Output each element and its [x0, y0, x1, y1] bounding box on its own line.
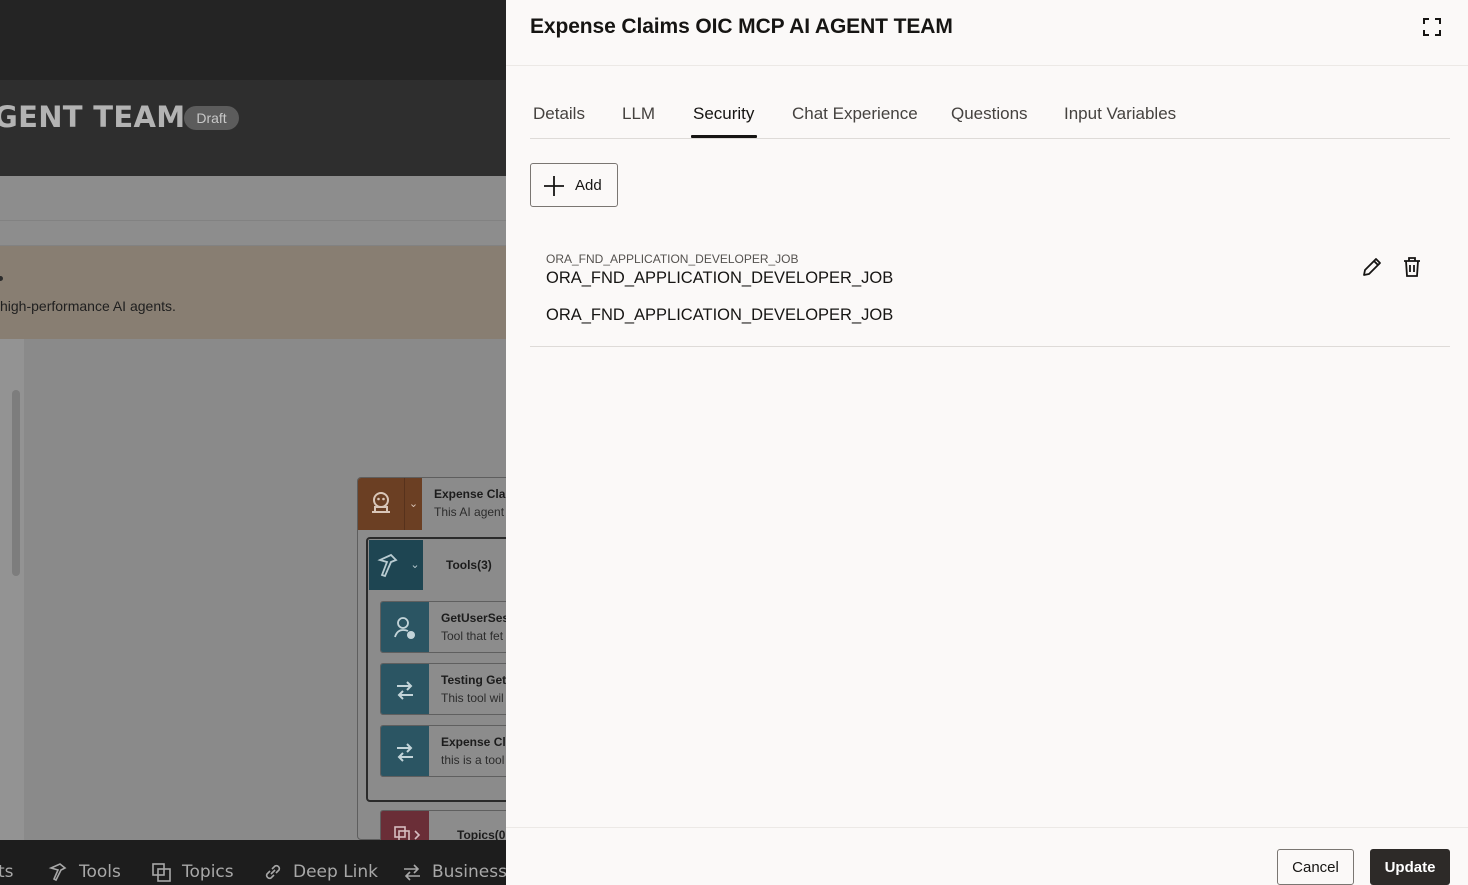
tab-input-variables[interactable]: Input Variables [1064, 104, 1176, 124]
agent-node-title: Expense Clai [434, 487, 506, 501]
tool-node-subtitle: this is a tool [441, 753, 505, 767]
app-top-bar [0, 0, 506, 80]
link-icon [265, 864, 281, 880]
tab-security[interactable]: Security [693, 104, 754, 124]
tool-node[interactable]: Expense Cl this is a tool [380, 725, 506, 777]
add-button-label: Add [575, 177, 602, 194]
tab-chat-experience[interactable]: Chat Experience [792, 104, 918, 124]
role-name: ORA_FND_APPLICATION_DEVELOPER_JOB [546, 269, 894, 287]
tool-node-subtitle: Tool that fet [441, 629, 504, 643]
tool-node[interactable]: GetUserSes Tool that fet [380, 601, 506, 653]
arrows-icon [404, 864, 420, 881]
role-code: ORA_FND_APPLICATION_DEVELOPER_JOB [546, 306, 894, 324]
update-button[interactable]: Update [1370, 849, 1450, 885]
tool-node-title: Testing Get [441, 673, 506, 687]
agent-title: GENT TEAM [0, 100, 186, 134]
agent-node-subtitle: This AI agent [434, 505, 505, 519]
user-clock-icon [394, 617, 415, 639]
drawer-title: Expense Claims OIC MCP AI AGENT TEAM [530, 15, 953, 38]
chevron-down-icon[interactable]: ⌄ [407, 540, 423, 590]
tool-node-subtitle: This tool wil [441, 691, 504, 705]
bottom-nav-item[interactable]: ts [0, 862, 14, 882]
chevron-down-icon[interactable]: ⌄ [404, 478, 422, 530]
tab-details[interactable]: Details [533, 104, 585, 124]
tool-node-title: GetUserSes [441, 611, 506, 625]
bottom-nav-topics[interactable]: Topics [182, 862, 234, 882]
robot-icon [372, 492, 390, 513]
banner-text: high-performance AI agents. [0, 298, 176, 314]
tab-llm[interactable]: LLM [622, 104, 655, 124]
drawer-header: Expense Claims OIC MCP AI AGENT TEAM [506, 0, 1468, 66]
background-app: GENT TEAM Draft high-performance AI agen… [0, 0, 506, 885]
expand-icon[interactable] [1420, 15, 1444, 39]
toolbar-strip [0, 176, 506, 220]
tool-node-title: Expense Cl [441, 735, 506, 749]
canvas-scrollbar[interactable] [12, 390, 20, 576]
trash-icon[interactable] [1400, 255, 1424, 279]
tools-icon-box [369, 540, 407, 590]
role-list-item: ORA_FND_APPLICATION_DEVELOPER_JOB ORA_FN… [530, 239, 1450, 347]
tab-questions[interactable]: Questions [951, 104, 1028, 124]
bottom-nav-business[interactable]: Business ( [432, 862, 506, 882]
edit-pencil-icon[interactable] [1360, 255, 1384, 279]
api-arrows-icon [397, 743, 413, 762]
plus-icon [544, 176, 564, 196]
tool-icon-box [381, 726, 429, 776]
sub-toolbar-strip [0, 220, 506, 246]
agent-icon-box [358, 478, 404, 530]
bottom-nav-deep-link[interactable]: Deep Link [293, 862, 378, 882]
tool-icon-box [381, 664, 429, 714]
api-arrows-icon [397, 681, 413, 700]
tools-group-title: Tools(3) [446, 558, 492, 572]
tab-bar: Details LLM Security Chat Experience Que… [530, 90, 1450, 139]
stack-icon [152, 863, 171, 882]
tool-node[interactable]: Testing Get This tool wil [380, 663, 506, 715]
bottom-nav-bar [0, 840, 506, 885]
hammer-icon [377, 553, 398, 578]
edit-agent-drawer: Expense Claims OIC MCP AI AGENT TEAM Det… [506, 0, 1468, 885]
bottom-nav-tools[interactable]: Tools [79, 862, 121, 882]
tool-icon-box [381, 602, 429, 652]
drawer-footer: Cancel Update [506, 827, 1468, 885]
active-tab-indicator [691, 135, 757, 138]
hammer-icon [48, 863, 67, 882]
status-badge: Draft [184, 106, 239, 130]
cancel-button[interactable]: Cancel [1277, 849, 1354, 885]
role-label: ORA_FND_APPLICATION_DEVELOPER_JOB [546, 252, 799, 266]
info-banner [0, 246, 506, 339]
add-role-button[interactable]: Add [530, 163, 618, 207]
